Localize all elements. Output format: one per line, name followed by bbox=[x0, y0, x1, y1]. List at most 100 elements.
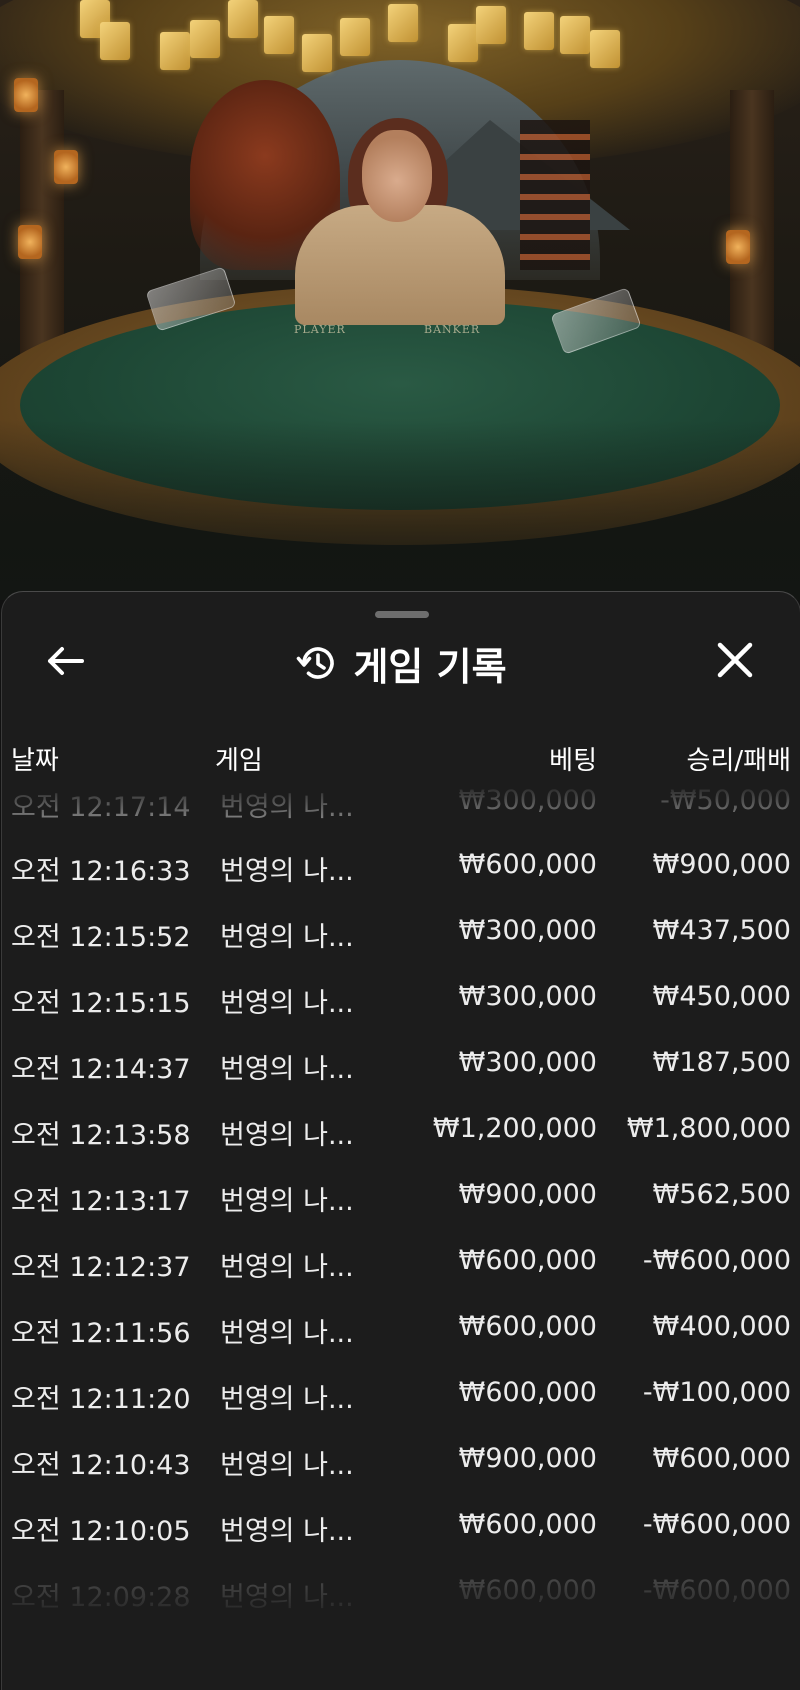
hanging-card-decoration bbox=[302, 34, 332, 72]
row-bet: ₩1,200,000 bbox=[432, 1113, 597, 1144]
row-date: 오전 12:10:43 bbox=[11, 1450, 191, 1481]
hanging-card-decoration bbox=[100, 22, 130, 60]
row-game: 번영의 나... bbox=[220, 792, 354, 823]
column-header-result[interactable]: 승리/패배 bbox=[687, 740, 791, 777]
drag-handle[interactable] bbox=[375, 611, 429, 618]
banker-area-label: BANKER bbox=[424, 323, 481, 336]
lantern-icon bbox=[726, 230, 750, 264]
column-header-bet[interactable]: 베팅 bbox=[549, 740, 597, 777]
row-date: 오전 12:13:58 bbox=[11, 1120, 191, 1151]
row-game: 번영의 나... bbox=[220, 1318, 354, 1349]
history-row[interactable]: 오전 12:16:33 번영의 나... ₩600,000 ₩900,000 bbox=[2, 835, 800, 901]
row-bet: ₩600,000 bbox=[458, 1311, 597, 1342]
hanging-card-decoration bbox=[228, 0, 258, 38]
row-game: 번영의 나... bbox=[220, 1054, 354, 1085]
history-row[interactable]: 오전 12:11:56 번영의 나... ₩600,000 ₩400,000 bbox=[2, 1297, 800, 1363]
history-row[interactable]: 오전 12:14:37 번영의 나... ₩300,000 ₩187,500 bbox=[2, 1033, 800, 1099]
row-date: 오전 12:13:17 bbox=[11, 1186, 191, 1217]
row-game: 번영의 나... bbox=[220, 1582, 354, 1613]
history-list[interactable]: 오전 12:17:14 번영의 나... ₩300,000 -₩50,000 오… bbox=[2, 785, 800, 1645]
row-result: ₩187,500 bbox=[652, 1047, 791, 1078]
row-game: 번영의 나... bbox=[220, 1450, 354, 1481]
close-button[interactable] bbox=[707, 634, 763, 690]
player-area-label: PLAYER bbox=[294, 323, 346, 336]
hanging-card-decoration bbox=[264, 16, 294, 54]
game-history-panel: 게임 기록 날짜 게임 베팅 승리/패배 오전 12:17:14 번영의 나..… bbox=[1, 591, 800, 1690]
row-game: 번영의 나... bbox=[220, 922, 354, 953]
table-header: 날짜 게임 베팅 승리/패배 bbox=[2, 740, 800, 780]
column-header-game[interactable]: 게임 bbox=[215, 740, 263, 777]
history-row[interactable]: 오전 12:12:37 번영의 나... ₩600,000 -₩600,000 bbox=[2, 1231, 800, 1297]
row-result: ₩600,000 bbox=[652, 1443, 791, 1474]
history-row[interactable]: 오전 12:10:05 번영의 나... ₩600,000 -₩600,000 bbox=[2, 1495, 800, 1561]
row-bet: ₩300,000 bbox=[458, 915, 597, 946]
history-row[interactable]: 오전 12:09:28 번영의 나... ₩600,000 -₩600,000 bbox=[2, 1561, 800, 1627]
row-date: 오전 12:09:28 bbox=[11, 1582, 191, 1613]
history-row[interactable]: 오전 12:15:15 번영의 나... ₩300,000 ₩450,000 bbox=[2, 967, 800, 1033]
row-date: 오전 12:14:37 bbox=[11, 1054, 191, 1085]
row-result: -₩100,000 bbox=[642, 1377, 791, 1408]
row-date: 오전 12:11:56 bbox=[11, 1318, 191, 1349]
row-game: 번영의 나... bbox=[220, 988, 354, 1019]
column-header-date[interactable]: 날짜 bbox=[11, 740, 59, 777]
row-game: 번영의 나... bbox=[220, 1384, 354, 1415]
history-row[interactable]: 오전 12:11:20 번영의 나... ₩600,000 -₩100,000 bbox=[2, 1363, 800, 1429]
row-date: 오전 12:17:14 bbox=[11, 792, 191, 823]
row-date: 오전 12:15:52 bbox=[11, 922, 191, 953]
live-video-feed: PLAYER BANKER bbox=[0, 0, 800, 600]
row-result: ₩400,000 bbox=[652, 1311, 791, 1342]
background-pagoda bbox=[520, 120, 590, 270]
row-bet: ₩600,000 bbox=[458, 1575, 597, 1606]
row-bet: ₩300,000 bbox=[458, 981, 597, 1012]
hanging-card-decoration bbox=[560, 16, 590, 54]
close-icon bbox=[717, 642, 753, 678]
row-bet: ₩900,000 bbox=[458, 1179, 597, 1210]
row-date: 오전 12:16:33 bbox=[11, 856, 191, 887]
lantern-icon bbox=[54, 150, 78, 184]
row-game: 번영의 나... bbox=[220, 856, 354, 887]
row-bet: ₩300,000 bbox=[458, 1047, 597, 1078]
lantern-icon bbox=[14, 78, 38, 112]
dealer-face bbox=[362, 130, 432, 222]
history-row[interactable]: 오전 12:15:52 번영의 나... ₩300,000 ₩437,500 bbox=[2, 901, 800, 967]
hanging-card-decoration bbox=[524, 12, 554, 50]
history-row[interactable]: 오전 12:17:14 번영의 나... ₩300,000 -₩50,000 bbox=[2, 785, 800, 835]
row-date: 오전 12:12:37 bbox=[11, 1252, 191, 1283]
row-result: ₩900,000 bbox=[652, 849, 791, 880]
hanging-card-decoration bbox=[388, 4, 418, 42]
panel-title: 게임 기록 bbox=[353, 644, 507, 689]
video-fade bbox=[0, 420, 800, 600]
hanging-card-decoration bbox=[590, 30, 620, 68]
panel-header: 게임 기록 bbox=[2, 638, 800, 689]
row-result: -₩50,000 bbox=[660, 785, 791, 816]
row-date: 오전 12:15:15 bbox=[11, 988, 191, 1019]
hanging-card-decoration bbox=[340, 18, 370, 56]
row-result: -₩600,000 bbox=[642, 1575, 791, 1606]
row-bet: ₩600,000 bbox=[458, 849, 597, 880]
row-result: ₩562,500 bbox=[652, 1179, 791, 1210]
row-game: 번영의 나... bbox=[220, 1252, 354, 1283]
row-bet: ₩900,000 bbox=[458, 1443, 597, 1474]
row-result: ₩1,800,000 bbox=[626, 1113, 791, 1144]
row-result: ₩437,500 bbox=[652, 915, 791, 946]
hanging-card-decoration bbox=[448, 24, 478, 62]
hanging-card-decoration bbox=[476, 6, 506, 44]
row-game: 번영의 나... bbox=[220, 1516, 354, 1547]
history-row[interactable]: 오전 12:13:58 번영의 나... ₩1,200,000 ₩1,800,0… bbox=[2, 1099, 800, 1165]
hanging-card-decoration bbox=[160, 32, 190, 70]
row-date: 오전 12:11:20 bbox=[11, 1384, 191, 1415]
row-date: 오전 12:10:05 bbox=[11, 1516, 191, 1547]
lantern-icon bbox=[18, 225, 42, 259]
history-row[interactable]: 오전 12:10:43 번영의 나... ₩900,000 ₩600,000 bbox=[2, 1429, 800, 1495]
row-result: -₩600,000 bbox=[642, 1245, 791, 1276]
row-bet: ₩600,000 bbox=[458, 1377, 597, 1408]
history-icon bbox=[297, 647, 335, 679]
dealer bbox=[295, 205, 505, 325]
row-bet: ₩600,000 bbox=[458, 1245, 597, 1276]
row-bet: ₩600,000 bbox=[458, 1509, 597, 1540]
history-row[interactable]: 오전 12:13:17 번영의 나... ₩900,000 ₩562,500 bbox=[2, 1165, 800, 1231]
hanging-card-decoration bbox=[190, 20, 220, 58]
row-result: ₩450,000 bbox=[652, 981, 791, 1012]
row-game: 번영의 나... bbox=[220, 1120, 354, 1151]
row-result: -₩600,000 bbox=[642, 1509, 791, 1540]
